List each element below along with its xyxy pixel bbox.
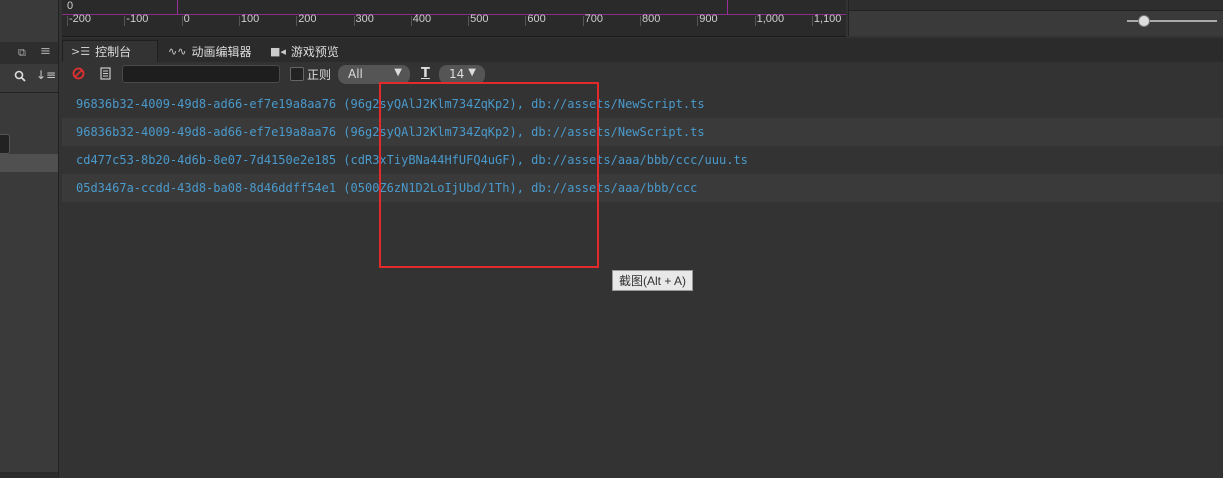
- ruler-tick: [238, 16, 240, 26]
- log-level-value: All: [348, 67, 363, 81]
- ruler-tick-label: 700: [584, 13, 604, 25]
- ruler-marker-right: [727, 0, 728, 14]
- sort-icon[interactable]: ↓≡: [36, 68, 56, 82]
- ruler-tick: [353, 16, 355, 26]
- ruler-tick-label: 1,000: [756, 13, 785, 25]
- document-icon[interactable]: [100, 67, 111, 83]
- filter-input[interactable]: [122, 65, 280, 83]
- log-row[interactable]: 96836b32-4009-49d8-ad66-ef7e19a8aa76 (96…: [62, 90, 1223, 118]
- ruler-tick: [582, 16, 584, 26]
- ruler-tick-label: 100: [240, 13, 260, 25]
- ruler-tick: [296, 16, 298, 26]
- left-search-input[interactable]: [0, 134, 10, 154]
- tab-animation-editor[interactable]: ∿∿ 动画编辑器: [160, 40, 260, 62]
- ruler-tick-label: 200: [298, 13, 317, 25]
- menu-icon[interactable]: ≡: [40, 44, 51, 59]
- clear-icon[interactable]: [72, 67, 85, 83]
- left-panel: ⧉ ≡ ↓≡: [0, 0, 59, 478]
- console-toolbar: 正则 All ▼ T 14 ▼: [62, 62, 1223, 88]
- tab-game-preview[interactable]: ■◂ 游戏预览: [262, 40, 352, 62]
- terminal-icon: >☰: [71, 45, 91, 58]
- ruler-tick: [181, 16, 183, 26]
- ruler-tick: [468, 16, 470, 26]
- font-size-icon: T: [421, 66, 430, 81]
- left-panel-selected-item[interactable]: [0, 154, 58, 172]
- ruler-tick-label: 800: [642, 13, 661, 25]
- ruler-tick-label: 1,100: [813, 13, 842, 25]
- left-panel-toolbar: ↓≡: [0, 64, 58, 154]
- zoom-slider-thumb[interactable]: [1138, 15, 1150, 27]
- log-row[interactable]: cd477c53-8b20-4d6b-8e07-7d4150e2e185 (cd…: [62, 146, 1223, 174]
- ruler-tick-label: -200: [69, 13, 92, 25]
- camera-icon: ■◂: [270, 44, 286, 58]
- tab-console-label: 控制台: [95, 45, 132, 59]
- ruler-marker-left: [177, 0, 178, 14]
- tab-animation-editor-label: 动画编辑器: [191, 44, 252, 59]
- ruler-tick-label: 0: [183, 13, 190, 25]
- ruler-tick: [754, 16, 756, 26]
- scene-toolbar-right: [848, 0, 1223, 36]
- ruler-tick-label: -100: [126, 13, 149, 25]
- tab-game-preview-label: 游戏预览: [290, 44, 339, 59]
- search-icon[interactable]: [14, 70, 26, 85]
- ruler-axis-line: [62, 14, 846, 15]
- highlight-box: [379, 82, 599, 268]
- popout-icon[interactable]: ⧉: [18, 46, 26, 60]
- ruler-tick: [410, 16, 412, 26]
- left-panel-header: ⧉ ≡: [0, 42, 58, 65]
- ruler-tick: [124, 16, 126, 26]
- ruler-tick-label: 900: [699, 13, 718, 25]
- ruler-tick-label: 500: [470, 13, 489, 25]
- left-panel-bottom: [0, 472, 58, 478]
- font-size-value: 14: [449, 67, 465, 81]
- chevron-down-icon: ▼: [394, 67, 402, 78]
- screenshot-tooltip: 截图(Alt + A): [612, 270, 694, 291]
- regex-checkbox[interactable]: [290, 67, 304, 81]
- ruler-origin-label: 0: [67, 0, 74, 12]
- panel-tabbar: >☰ 控制台 ∿∿ 动画编辑器 ■◂ 游戏预览: [62, 38, 1223, 63]
- animation-icon: ∿∿: [168, 44, 187, 58]
- regex-label: 正则: [307, 68, 332, 82]
- scene-toolbar-strip: [849, 0, 1223, 11]
- ruler-tick: [811, 16, 813, 26]
- ruler-tick: [640, 16, 641, 26]
- tab-console[interactable]: >☰ 控制台: [62, 40, 158, 62]
- chevron-down-icon: ▼: [468, 67, 476, 78]
- ruler-tick-label: 600: [527, 13, 546, 25]
- ruler-tick: [697, 16, 699, 26]
- scene-ruler: 0 -200 -100 0 100 200 300 400 500 600 700 800 900 1,…: [62, 0, 846, 37]
- log-row[interactable]: 96836b32-4009-49d8-ad66-ef7e19a8aa76 (96…: [62, 118, 1223, 146]
- ruler-tick-label: 400: [412, 13, 432, 25]
- ruler-tick: [67, 16, 68, 26]
- ruler-tick-label: 300: [355, 13, 374, 25]
- ruler-tick: [525, 16, 527, 26]
- log-row[interactable]: 05d3467a-ccdd-43d8-ba08-8d46ddff54e1 (05…: [62, 174, 1223, 202]
- left-panel-top: [0, 0, 58, 36]
